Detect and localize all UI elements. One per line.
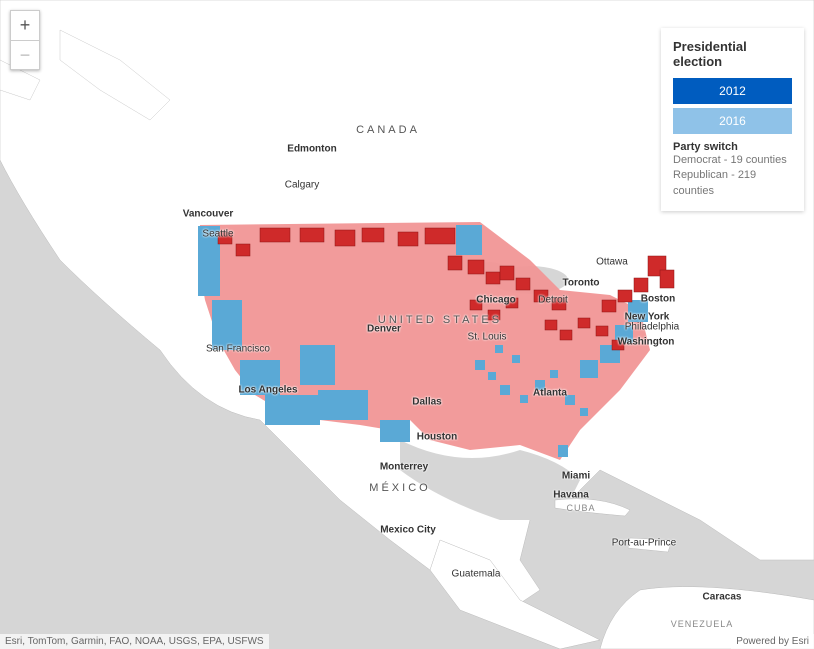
party-switch-line: Republican - 219 counties — [673, 168, 792, 199]
legend-title: Presidential election — [673, 39, 792, 69]
map-container: CANADAUNITED STATESMÉXICOCUBAVENEZUELAEd… — [0, 0, 814, 649]
year-buttons: 2012 2016 — [673, 78, 792, 134]
year-button-2016[interactable]: 2016 — [673, 108, 792, 134]
attribution-right[interactable]: Powered by Esri — [731, 634, 814, 649]
legend-panel: Presidential election 2012 2016 Party swi… — [661, 28, 804, 211]
year-button-2012[interactable]: 2012 — [673, 78, 792, 104]
party-switch-lines: Democrat - 19 countiesRepublican - 219 c… — [673, 153, 792, 199]
zoom-controls: + − — [10, 10, 40, 70]
attribution-left: Esri, TomTom, Garmin, FAO, NOAA, USGS, E… — [0, 634, 269, 649]
zoom-out-button[interactable]: − — [10, 40, 40, 70]
zoom-in-button[interactable]: + — [10, 10, 40, 40]
party-switch-title: Party switch — [673, 141, 792, 153]
party-switch-line: Democrat - 19 counties — [673, 153, 792, 168]
